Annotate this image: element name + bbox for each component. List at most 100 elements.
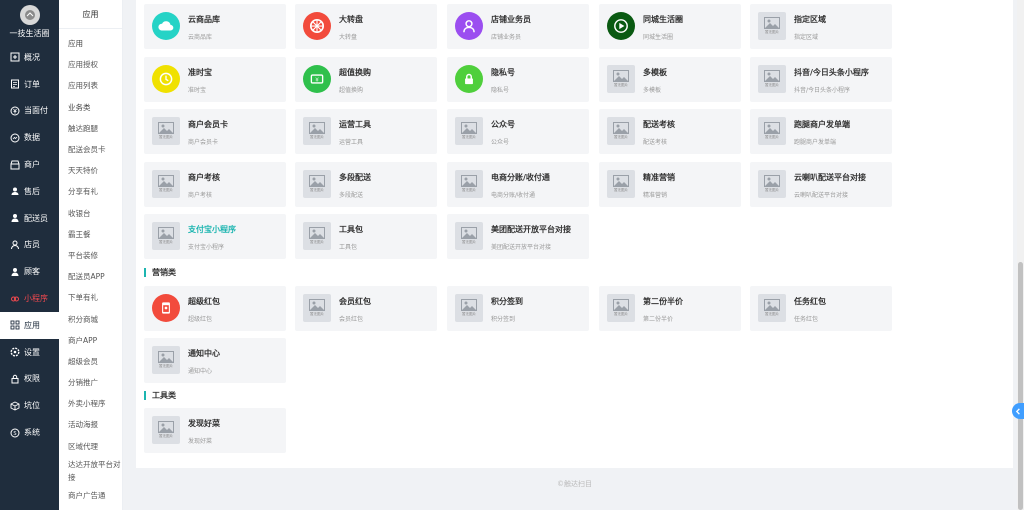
app-card[interactable]: 隐私号 隐私号 [447, 56, 589, 102]
secondary-sidebar-item[interactable]: 配送员APP [59, 266, 122, 287]
app-card[interactable]: 暂无图片 电商分账/收付通 电商分账/收付通 [447, 161, 589, 207]
app-card[interactable]: 暂无图片 发现好菜 发现好菜 [144, 408, 286, 453]
brand-name: 一技生活圈 [9, 29, 50, 38]
app-card[interactable]: 云商品库 云商品库 [144, 4, 286, 49]
app-card[interactable]: 暂无图片 通知中心 通知中心 [144, 338, 286, 383]
nav-item-label: 当面付 [24, 106, 48, 116]
app-card[interactable]: 暂无图片 跑腿商户发单端 跑腿商户发单端 [750, 109, 892, 154]
secondary-sidebar-item[interactable]: 活动海报 [59, 414, 122, 435]
nav-item-system[interactable]: S 系统 [0, 419, 59, 446]
nav-item-courier[interactable]: 配送员 [0, 205, 59, 232]
app-card-title: 公众号 [491, 120, 515, 129]
secondary-sidebar-item[interactable]: 区域代理 [59, 436, 122, 457]
image-placeholder-text: 暂无图片 [614, 135, 628, 139]
app-card[interactable]: 暂无图片 会员红包 会员红包 [295, 286, 437, 331]
nav-item-label: 配送员 [24, 213, 48, 223]
scrollbar-thumb[interactable] [1018, 262, 1023, 510]
image-placeholder-icon: 暂无图片 [152, 169, 180, 198]
nav-item-shop[interactable]: 商户 [0, 151, 59, 178]
secondary-sidebar-item[interactable]: 商户广告通 [59, 485, 122, 506]
image-placeholder-text: 暂无图片 [765, 187, 779, 192]
app-card[interactable]: 暂无图片 多模板 多模板 [599, 56, 741, 102]
lock-icon [455, 64, 483, 93]
app-card[interactable]: 店铺业务员 店铺业务员 [447, 4, 589, 49]
nav-item-miniprogram[interactable]: 小程序 [0, 285, 59, 312]
app-card[interactable]: 暂无图片 多段配送 多段配送 [295, 161, 437, 207]
image-placeholder-icon: 暂无图片 [303, 169, 331, 198]
app-card[interactable]: 暂无图片 配送考核 配送考核 [599, 109, 741, 154]
brand[interactable]: 一技生活圈 [0, 0, 59, 44]
nav-item-label: 售后 [24, 186, 40, 196]
app-card-subtitle: 电商分账/收付通 [491, 191, 536, 199]
nav-item-aftersale[interactable]: 售后 [0, 178, 59, 205]
nav-item-customer[interactable]: 顾客 [0, 258, 59, 285]
app-card-title: 任务红包 [794, 297, 826, 306]
secondary-sidebar-item[interactable]: 平台装修 [59, 245, 122, 266]
nav-item-box[interactable]: 坑位 [0, 392, 59, 419]
secondary-sidebar-item[interactable]: 超级会员 [59, 351, 122, 372]
nav-item-clerk[interactable]: 店员 [0, 232, 59, 259]
app-card[interactable]: 暂无图片 商户考核 商户考核 [144, 161, 286, 207]
secondary-sidebar-item[interactable]: 触达跑腿 [59, 118, 122, 139]
secondary-sidebar-item[interactable]: 下单有礼 [59, 287, 122, 308]
secondary-sidebar: 应用 应用 应用授权 应用列表 业务类 触达跑腿 配送会员卡 天天特价 分享有礼 收银台 霸王餐平… [59, 0, 123, 510]
shop-icon [10, 160, 20, 170]
app-card[interactable]: 暂无图片 精准营销 精准营销 [599, 161, 741, 207]
app-card[interactable]: 大转盘 大转盘 [295, 4, 437, 49]
clerk-icon [10, 240, 20, 250]
nav-item-order[interactable]: 订单 [0, 71, 59, 98]
nav-item-pay[interactable]: 当面付 [0, 98, 59, 125]
secondary-sidebar-item[interactable]: 天天特价 [59, 160, 122, 181]
secondary-sidebar-item[interactable]: 达达开放平台对接 [59, 457, 122, 485]
app-card[interactable]: 超级红包 超级红包 [144, 286, 286, 331]
app-card[interactable]: 暂无图片 工具包 工具包 [295, 214, 437, 259]
nav-item-dashboard[interactable]: 概况 [0, 44, 59, 71]
secondary-sidebar-item[interactable]: 配送会员卡 [59, 139, 122, 160]
image-placeholder-icon: 暂无图片 [758, 117, 786, 145]
secondary-sidebar-item[interactable]: 霸王餐 [59, 224, 122, 245]
app-card[interactable]: 准时宝 准时宝 [144, 56, 286, 102]
secondary-sidebar-item[interactable]: 应用授权 [59, 54, 122, 75]
app-card-subtitle: 商户考核 [188, 191, 213, 199]
app-card[interactable]: 暂无图片 支付宝小程序 支付宝小程序 [144, 214, 286, 259]
secondary-sidebar-item[interactable]: 分享有礼 [59, 181, 122, 202]
app-card[interactable]: 暂无图片 云喇叭配送平台对接 云喇叭配送平台对接 [750, 161, 892, 207]
app-card[interactable]: 暂无图片 指定区域 指定区域 [750, 4, 892, 49]
secondary-sidebar-item[interactable]: 积分商城 [59, 308, 122, 329]
app-card[interactable]: 暂无图片 商户会员卡 商户会员卡 [144, 109, 286, 154]
image-placeholder-text: 暂无图片 [310, 135, 324, 139]
secondary-sidebar-item[interactable]: 收银台 [59, 203, 122, 224]
app-card[interactable]: 暂无图片 第二份半价 第二份半价 [599, 286, 741, 331]
nav-item-data[interactable]: 数据 [0, 124, 59, 151]
image-placeholder-text: 暂无图片 [159, 240, 173, 244]
app-card[interactable]: 暂无图片 运营工具 运营工具 [295, 109, 437, 154]
app-card[interactable]: 同城生活圈 同城生活圈 [599, 4, 741, 49]
app-card-subtitle: 大转盘 [339, 34, 358, 41]
nav-item-lock[interactable]: 权限 [0, 366, 59, 393]
svg-text:¥: ¥ [315, 77, 319, 83]
secondary-sidebar-item[interactable]: 应用列表 [59, 75, 122, 96]
cloud-icon [152, 12, 180, 40]
section-title-marketing: 营销类 [144, 268, 176, 277]
app-card-subtitle: 工具包 [339, 244, 358, 251]
app-card[interactable]: 暂无图片 任务红包 任务红包 [750, 286, 892, 331]
app-card[interactable]: ¥ 超值换购 超值换购 [295, 56, 437, 102]
secondary-sidebar-item[interactable]: 分销推广 [59, 372, 122, 393]
app-card-title: 大转盘 [339, 15, 363, 24]
app-card[interactable]: 暂无图片 公众号 公众号 [447, 109, 589, 154]
nav-item-apps[interactable]: 应用 [0, 311, 59, 339]
data-icon [10, 133, 20, 143]
secondary-sidebar-item[interactable]: 商户APP [59, 330, 122, 351]
secondary-sidebar-item[interactable]: 外卖小程序 [59, 393, 122, 414]
app-card[interactable]: 暂无图片 美团配送开放平台对接 美团配送开放平台对接 [447, 214, 589, 259]
app-card[interactable]: 暂无图片 抖音/今日头条小程序 抖音/今日头条小程序 [750, 56, 892, 102]
app-card-subtitle: 任务红包 [794, 316, 819, 323]
app-card[interactable]: 暂无图片 积分签到 积分签到 [447, 286, 589, 331]
app-card-title: 电商分账/收付通 [491, 172, 550, 182]
app-card-title: 会员红包 [339, 297, 371, 306]
nav-item-label: 设置 [24, 347, 40, 357]
collapse-toggle-button[interactable] [1012, 403, 1024, 419]
nav-item-settings[interactable]: 设置 [0, 339, 59, 366]
image-placeholder-text: 暂无图片 [462, 312, 476, 316]
app-grid-panel: 云商品库 云商品库 大转盘 大转盘 店铺业务员 店铺业务员 同城生活圈 同城生活圈 暂无图片 指定… [136, 0, 1013, 468]
